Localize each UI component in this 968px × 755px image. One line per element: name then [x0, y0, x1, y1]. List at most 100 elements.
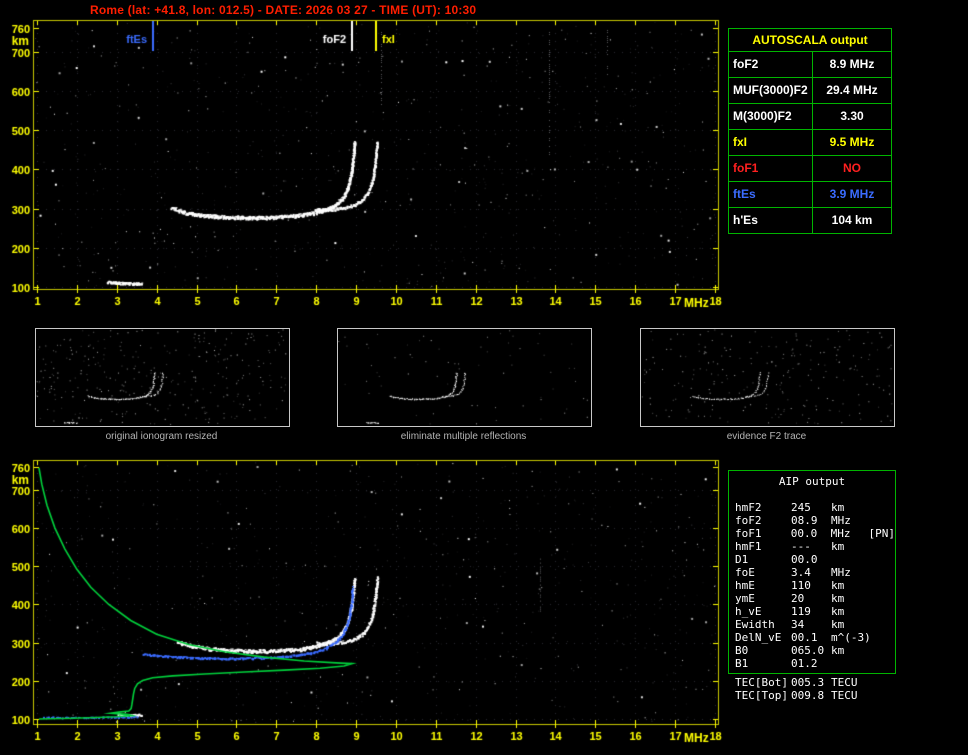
autoscala-row-label: ftEs	[729, 182, 813, 207]
autoscala-window: Rome (lat: +41.8, lon: 012.5) - DATE: 20…	[0, 0, 968, 755]
aip-unit	[831, 657, 869, 670]
aip-extra	[869, 553, 895, 566]
aip-row-b0: B0 065.0 km	[729, 644, 895, 657]
aip-extra: [PN]	[868, 527, 896, 540]
aip-row-foe: foE 3.4 MHz	[729, 566, 895, 579]
aip-value: 00.1	[791, 631, 818, 644]
autoscala-row-value: 3.9 MHz	[829, 187, 875, 201]
aip-value: 245	[791, 501, 811, 514]
aip-unit: TECU	[831, 689, 858, 702]
autoscala-row-label: M(3000)F2	[729, 104, 813, 129]
thumbnail-original-canvas	[36, 329, 289, 426]
autoscala-row-value: NO	[843, 161, 861, 175]
aip-extra	[869, 631, 895, 644]
aip-row-fof1: foF1 00.0 MHz [PN]	[729, 527, 895, 540]
aip-value: 00.0	[790, 527, 818, 540]
scaled-ionogram-chart	[0, 0, 728, 315]
autoscala-row-value: 3.30	[840, 109, 864, 123]
aip-unit: km	[831, 501, 845, 514]
thumbnail-multiple-reflections	[337, 328, 592, 427]
aip-row-ewidth: Ewidth 34 km	[729, 618, 895, 631]
autoscala-row-value: 9.5 MHz	[829, 135, 875, 149]
aip-unit: km	[831, 618, 845, 631]
aip-label: ymE	[735, 592, 755, 605]
aip-label: TEC[Bot]	[735, 676, 788, 689]
aip-label: foE	[735, 566, 755, 579]
aip-extra	[869, 657, 895, 670]
thumbnail-caption-f2: evidence F2 trace	[726, 431, 807, 442]
aip-label: D1	[735, 553, 749, 566]
autoscala-row-muf-3000-f2: MUF(3000)F2 29.4 MHz	[729, 78, 891, 104]
aip-label: hmE	[735, 579, 755, 592]
aip-unit: km	[831, 592, 845, 605]
aip-value: 009.8	[791, 689, 825, 702]
aip-unit: km	[831, 644, 845, 657]
aip-label: Ewidth	[735, 618, 775, 631]
aip-row-hmf1: hmF1 --- km	[729, 540, 895, 553]
aip-row-hme: hmE 110 km	[729, 579, 895, 592]
aip-label: foF2	[735, 514, 762, 527]
aip-value: 01.2	[791, 657, 818, 670]
aip-extra	[869, 689, 897, 702]
thumbnail-caption-original: original ionogram resized	[105, 431, 218, 442]
aip-label: B0	[735, 644, 749, 657]
aip-panel-title: AIP output	[778, 475, 846, 488]
autoscala-row-label: fxI	[729, 130, 813, 155]
aip-row-h-ve: h_vE 119 km	[729, 605, 895, 618]
aip-extra	[869, 644, 895, 657]
autoscala-row-value: 8.9 MHz	[829, 57, 875, 71]
autoscala-row-h-es: h'Es 104 km	[729, 208, 891, 233]
aip-value: ---	[791, 540, 811, 553]
aip-value: 34	[791, 618, 805, 631]
aip-unit: MHz	[831, 514, 851, 527]
aip-value: 08.9	[791, 514, 818, 527]
autoscala-row-m-3000-f2: M(3000)F2 3.30	[729, 104, 891, 130]
aip-unit: km	[831, 540, 845, 553]
autoscala-row-value: 29.4 MHz	[826, 83, 878, 97]
thumbnail-multiple-reflections-canvas	[338, 329, 591, 426]
aip-extra	[869, 592, 895, 605]
aip-label: B1	[735, 657, 749, 670]
aip-label: TEC[Top]	[735, 689, 788, 702]
aip-extra	[869, 540, 895, 553]
aip-extra	[869, 676, 897, 689]
aip-extra	[869, 618, 895, 631]
aip-value: 3.4	[791, 566, 811, 579]
aip-row-fof2: foF2 08.9 MHz	[729, 514, 895, 527]
aip-extra	[869, 514, 895, 527]
autoscala-row-ftes: ftEs 3.9 MHz	[729, 182, 891, 208]
aip-value: 20	[791, 592, 805, 605]
aip-output-panel: AIP output hmF2 245 km foF2 08.9 MHz foF1 00.0 M…	[728, 470, 896, 674]
aip-value: 005.3	[791, 676, 825, 689]
aip-row-b1: B1 01.2	[729, 657, 895, 670]
aip-label: hmF1	[735, 540, 762, 553]
autoscala-output-panel: AUTOSCALA output foF2 8.9 MHz MUF(3000)F2 2…	[728, 28, 892, 234]
aip-row-deln-ve: DelN_vE 00.1 m^(-3)	[729, 631, 895, 644]
autoscala-row-label: foF2	[729, 52, 813, 77]
aip-value: 065.0	[791, 644, 825, 657]
aip-unit: MHz	[831, 566, 851, 579]
aip-extra	[869, 579, 895, 592]
station-date-title: Rome (lat: +41.8, lon: 012.5) - DATE: 20…	[90, 3, 477, 17]
autoscala-row-value: 104 km	[831, 213, 873, 227]
autoscala-row-fof2: foF2 8.9 MHz	[729, 52, 891, 78]
tec-rows: TEC[Bot] 005.3 TECU TEC[Top] 009.8 TECU	[729, 676, 897, 702]
aip-row-tec-top: TEC[Top] 009.8 TECU	[729, 689, 897, 702]
thumbnail-f2-trace-canvas	[641, 329, 894, 426]
aip-label: foF1	[735, 527, 762, 540]
aip-extra	[869, 501, 895, 514]
aip-label: h_vE	[735, 605, 762, 618]
autoscala-panel-title: AUTOSCALA output	[729, 29, 891, 52]
aip-label: DelN_vE	[735, 631, 782, 644]
autoscala-row-fof1: foF1 NO	[729, 156, 891, 182]
profile-ionogram-chart	[0, 455, 728, 755]
aip-row-tec-bot: TEC[Bot] 005.3 TECU	[729, 676, 897, 689]
aip-value: 00.0	[791, 553, 818, 566]
aip-rows: hmF2 245 km foF2 08.9 MHz foF1 00.0 MHz [PN] hmF1 -…	[729, 501, 895, 670]
aip-row-hmf2: hmF2 245 km	[729, 501, 895, 514]
aip-unit: MHz	[830, 527, 851, 540]
aip-unit	[831, 553, 869, 566]
aip-row-yme: ymE 20 km	[729, 592, 895, 605]
autoscala-row-fxi: fxI 9.5 MHz	[729, 130, 891, 156]
autoscala-row-label: h'Es	[729, 208, 813, 233]
